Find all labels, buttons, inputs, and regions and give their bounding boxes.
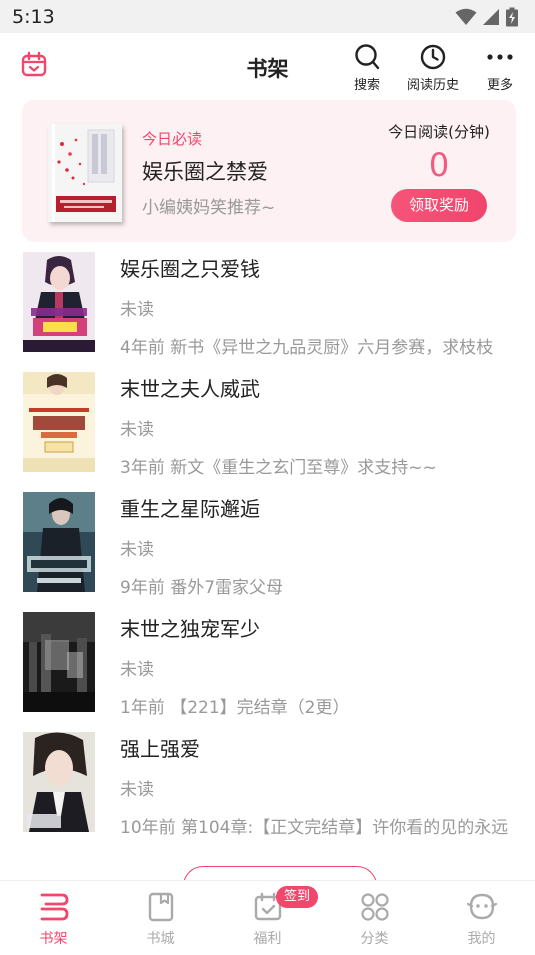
daily-recommendation-card[interactable]: 今日必读 娱乐圈之禁爱 小编姨妈笑推荐~ 今日阅读(分钟) 0 领取奖励 [22, 100, 516, 242]
nav-label-rewards: 福利 [253, 931, 282, 947]
book-item[interactable]: 末世之独宠军少 未读 1年前 【221】完结章（2更） [0, 610, 535, 730]
bookstore-icon [148, 892, 173, 922]
bookshelf-icon [40, 893, 68, 921]
daily-book-title[interactable]: 娱乐圈之禁爱 [142, 156, 268, 186]
book-cover-art [23, 732, 95, 832]
more-button[interactable]: 更多 [470, 43, 530, 93]
clock-icon [420, 44, 446, 70]
bottom-navigation: 书架 书城 福利 签到 分类 我的 [0, 880, 535, 955]
daily-tag: 今日必读 [142, 130, 203, 148]
nav-label-category: 分类 [360, 931, 389, 947]
book-cover[interactable] [23, 492, 95, 592]
book-read-status: 未读 [120, 420, 154, 440]
book-title: 末世之夫人威武 [120, 377, 260, 401]
nav-label-profile: 我的 [467, 931, 496, 947]
bookshelf-screen: 5:13 书架 搜索 阅读历史 更多 今日必读 娱乐圈之禁爱 小编姨妈笑推荐~ … [0, 0, 535, 955]
book-latest-update: 4年前 新书《异世之九品灵厨》六月参赛，求枝枝 [120, 338, 494, 358]
book-cover[interactable] [23, 252, 95, 352]
nav-item-profile[interactable]: 我的 [428, 881, 535, 955]
book-item[interactable]: 末世之夫人威武 未读 3年前 新文《重生之玄门至尊》求支持~~ [0, 370, 535, 490]
top-bar: 书架 搜索 阅读历史 更多 [0, 33, 535, 99]
wifi-icon [455, 8, 477, 25]
search-label: 搜索 [353, 78, 380, 93]
book-item[interactable]: 娱乐圈之只爱钱 未读 4年前 新书《异世之九品灵厨》六月参赛，求枝枝 [0, 250, 535, 370]
book-read-status: 未读 [120, 300, 154, 320]
book-title: 娱乐圈之只爱钱 [120, 257, 260, 281]
book-cover-art [23, 612, 95, 712]
book-cover-art [23, 372, 95, 472]
nav-label-bookshelf: 书架 [39, 931, 68, 947]
book-read-status: 未读 [120, 780, 154, 800]
status-bar: 5:13 [0, 0, 535, 33]
claim-reward-button[interactable]: 领取奖励 [391, 189, 487, 222]
book-cover[interactable] [23, 372, 95, 472]
reading-history-label: 阅读历史 [406, 78, 459, 93]
book-cover[interactable] [23, 612, 95, 712]
daily-book-cover[interactable] [48, 124, 122, 222]
book-cover-art [23, 492, 95, 592]
search-icon [355, 44, 380, 70]
search-button[interactable]: 搜索 [337, 43, 397, 93]
profile-icon [466, 893, 497, 920]
book-latest-update: 9年前 番外7雷家父母 [120, 578, 284, 598]
book-latest-update: 10年前 第104章:【正文完结章】许你看的见的永远 [120, 818, 509, 838]
nav-item-category[interactable]: 分类 [321, 881, 428, 955]
nav-item-bookshelf[interactable]: 书架 [0, 881, 107, 955]
book-item[interactable]: 强上强爱 未读 10年前 第104章:【正文完结章】许你看的见的永远 [0, 730, 535, 850]
daily-recommendation-text: 小编姨妈笑推荐~ [142, 198, 276, 218]
more-icon [487, 54, 513, 60]
battery-icon [506, 7, 518, 26]
book-read-status: 未读 [120, 540, 154, 560]
daily-cover-art [48, 124, 122, 222]
nav-item-bookstore[interactable]: 书城 [107, 881, 214, 955]
more-label: 更多 [486, 78, 513, 93]
status-icons [455, 7, 519, 27]
reading-time-label: 今日阅读(分钟) [388, 123, 490, 141]
book-item[interactable]: 重生之星际邂逅 未读 9年前 番外7雷家父母 [0, 490, 535, 610]
book-latest-update: 3年前 新文《重生之玄门至尊》求支持~~ [120, 458, 437, 478]
book-list: 娱乐圈之只爱钱 未读 4年前 新书《异世之九品灵厨》六月参赛，求枝枝 末世之夫人 [0, 250, 535, 850]
book-latest-update: 1年前 【221】完结章（2更） [120, 698, 350, 718]
reading-time-value: 0 [428, 146, 450, 184]
book-title: 重生之星际邂逅 [120, 497, 260, 521]
nav-label-bookstore: 书城 [146, 931, 175, 947]
book-cover[interactable] [23, 732, 95, 832]
status-time: 5:13 [12, 5, 55, 28]
book-title: 末世之独宠军少 [120, 617, 260, 641]
cellular-signal-icon [483, 8, 499, 25]
nav-item-rewards[interactable]: 福利 签到 [214, 881, 321, 955]
book-title: 强上强爱 [120, 737, 200, 761]
reading-history-button[interactable]: 阅读历史 [396, 43, 470, 93]
checkin-badge: 签到 [276, 886, 319, 908]
category-icon [360, 893, 389, 921]
book-read-status: 未读 [120, 660, 154, 680]
book-cover-art [23, 252, 95, 352]
